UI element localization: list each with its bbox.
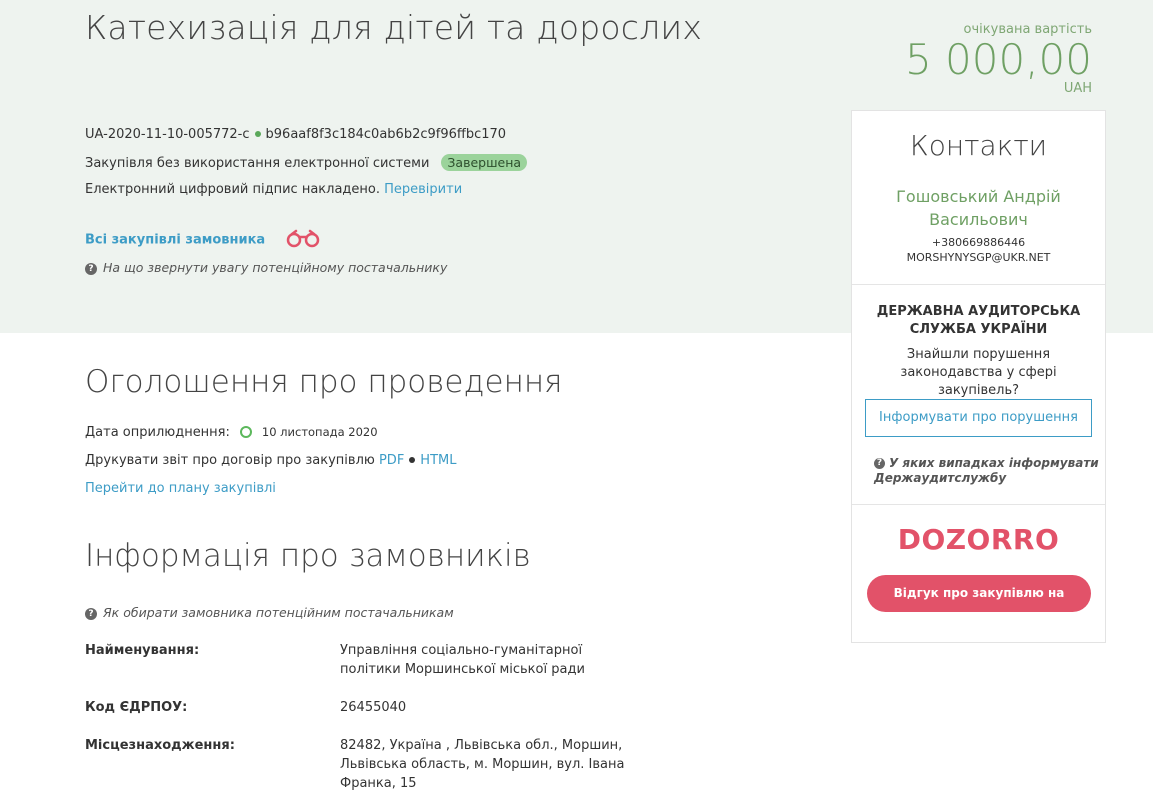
customer-name-label: Найменування: bbox=[85, 643, 200, 658]
contacts-title-text: Контакти bbox=[909, 129, 1048, 162]
customer-name-value: Управління соціально-гуманітарної політи… bbox=[340, 643, 585, 677]
print-report-label: Друкувати звіт про договір про закупівлю bbox=[85, 453, 375, 468]
attention-hint[interactable]: ? На що звернути увагу потенційному поста… bbox=[85, 260, 447, 275]
question-icon: ? bbox=[874, 458, 885, 469]
published-label: Дата оприлюднення: bbox=[85, 425, 230, 440]
expected-value-currency: UAH bbox=[1063, 81, 1092, 96]
question-icon: ? bbox=[85, 607, 97, 620]
side-panel: Контакти Гошовський Андрій Васильович +3… bbox=[851, 110, 1106, 643]
contact-name: Гошовський Андрій Васильович bbox=[852, 185, 1105, 231]
status-badge: Завершена bbox=[441, 154, 528, 171]
clock-icon bbox=[239, 425, 252, 438]
signature-text: Електронний цифровий підпис накладено. bbox=[85, 182, 380, 197]
audit-hint[interactable]: ? У яких випадках інформувати Держаудитсл… bbox=[874, 456, 1099, 486]
customer-hint[interactable]: ? Як обирати замовника потенційним постач… bbox=[85, 605, 454, 620]
all-purchases-link[interactable]: Всі закупівлі замовника bbox=[85, 233, 265, 248]
expected-value-block: очікувана вартість 5 000,00 UAH bbox=[905, 22, 1092, 95]
question-icon: ? bbox=[85, 262, 97, 275]
signature-row: Електронний цифровий підпис накладено. П… bbox=[85, 182, 462, 197]
dozorro-logo: DOZORRO bbox=[852, 523, 1105, 556]
published-date: 10 листопада 2020 bbox=[261, 425, 378, 439]
procurement-plan-link[interactable]: Перейти до плану закупівлі bbox=[85, 481, 276, 496]
inform-violation-button[interactable]: Інформувати про порушення bbox=[865, 399, 1092, 437]
tender-id-row: UA-2020-11-10-005772-c b96aaf8f3c184c0ab6… bbox=[85, 127, 506, 142]
html-link[interactable]: HTML bbox=[420, 453, 456, 468]
audit-service-title: ДЕРЖАВНА АУДИТОРСЬКА СЛУЖБА УКРАЇНИ bbox=[876, 304, 1081, 337]
tender-hash: b96aaf8f3c184c0ab6b2c9f96ffbc170 bbox=[265, 127, 507, 142]
print-report-row: Друкувати звіт про договір про закупівлю… bbox=[85, 453, 456, 468]
verify-signature-link[interactable]: Перевірити bbox=[384, 182, 462, 197]
dozorro-feedback-button[interactable]: Відгук про закупівлю на Дозорро bbox=[867, 575, 1091, 637]
contacts-title: Контакти bbox=[852, 129, 1105, 162]
published-date-row: Дата оприлюднення: 10 листопада 2020 bbox=[85, 425, 378, 440]
contact-name-text: Гошовський Андрій Васильович bbox=[896, 187, 1061, 229]
contact-email: MORSHYNYSGP@UKR.NET bbox=[906, 251, 1051, 264]
expected-value-amount: 5 000,00 bbox=[904, 35, 1092, 84]
edrpou-value: 26455040 bbox=[340, 700, 407, 715]
customer-hint-text: Як обирати замовника потенційним постача… bbox=[103, 605, 454, 620]
panel-divider bbox=[852, 284, 1105, 285]
contact-phone: +380669886446 bbox=[931, 236, 1026, 249]
attention-hint-text: На що звернути увагу потенційному постач… bbox=[103, 260, 448, 275]
plan-link-row: Перейти до плану закупівлі bbox=[85, 481, 276, 496]
all-purchases-row: Всі закупівлі замовника bbox=[85, 228, 324, 252]
separator-dot-icon bbox=[409, 456, 416, 463]
audit-service-text: Знайшли порушення законодавства у сфері … bbox=[900, 347, 1057, 398]
audit-hint-text: У яких випадках інформувати Держаудитслу… bbox=[874, 456, 1099, 485]
procurement-type-row: Закупівля без використання електронної с… bbox=[85, 154, 528, 171]
customers-title: Інформація про замовників bbox=[85, 538, 531, 574]
location-value: 82482, Україна , Львівська обл., Моршин,… bbox=[340, 738, 625, 791]
tender-id: UA-2020-11-10-005772-c bbox=[85, 127, 250, 142]
dozorro-logo-text: DOZORRO bbox=[897, 523, 1060, 556]
edrpou-label: Код ЄДРПОУ: bbox=[85, 700, 188, 715]
page-title: Катехизація для дітей та дорослих bbox=[85, 8, 703, 47]
procurement-type: Закупівля без використання електронної с… bbox=[85, 156, 430, 171]
announcement-title: Оголошення про проведення bbox=[85, 364, 563, 400]
separator-dot-icon bbox=[254, 130, 261, 137]
location-label: Місцезнаходження: bbox=[85, 738, 235, 753]
panel-divider bbox=[852, 504, 1105, 505]
pdf-link[interactable]: PDF bbox=[379, 453, 404, 468]
binoculars-icon[interactable] bbox=[284, 228, 324, 252]
